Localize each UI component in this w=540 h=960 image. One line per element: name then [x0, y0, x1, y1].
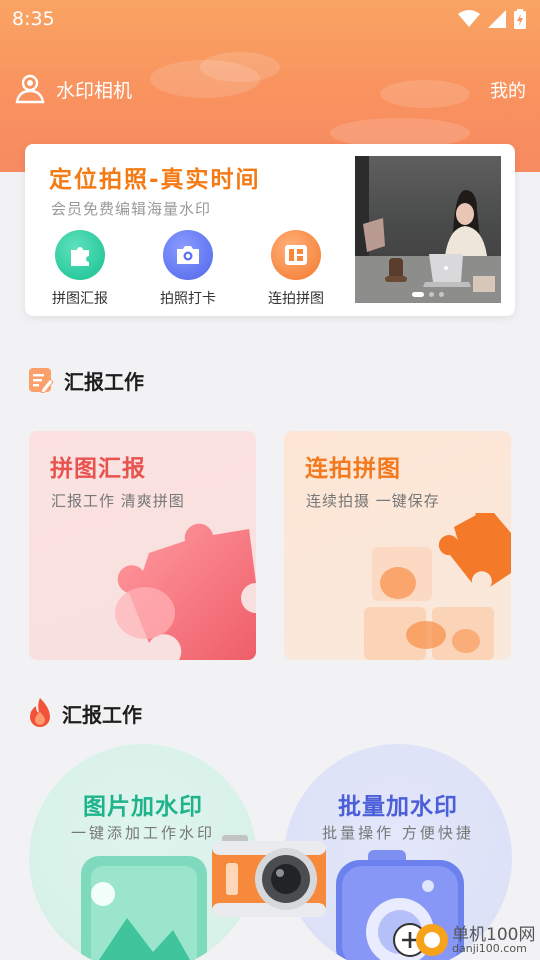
- app-title: 水印相机: [56, 80, 133, 102]
- flame-icon: [30, 698, 50, 727]
- section-title: 汇报工作: [64, 369, 144, 394]
- user-avatar-icon[interactable]: [14, 72, 46, 104]
- quick-action-label: 连拍拼图: [268, 291, 324, 307]
- carousel-dot[interactable]: [412, 292, 424, 297]
- layout-icon: [271, 230, 321, 280]
- carousel-indicator: [355, 292, 501, 297]
- feature-card-burst-puzzle[interactable]: 连拍拼图 连续拍摄 一键保存: [284, 431, 511, 660]
- feature-title: 拼图汇报: [50, 456, 146, 482]
- feature-card-puzzle-report[interactable]: 拼图汇报 汇报工作 清爽拼图: [29, 431, 256, 660]
- feature-subtitle: 连续拍摄 一键保存: [306, 492, 440, 510]
- feature-title: 连拍拼图: [305, 456, 401, 482]
- section-title: 汇报工作: [62, 702, 142, 727]
- circle-title: 批量加水印: [338, 794, 458, 820]
- report-icon: [29, 368, 54, 393]
- status-icons: [458, 9, 526, 29]
- watermark-logo-icon: [393, 923, 448, 957]
- feature-subtitle: 汇报工作 清爽拼图: [51, 492, 185, 510]
- camera-icon: [163, 230, 213, 280]
- carousel-dot[interactable]: [429, 292, 434, 297]
- quick-action-burst-puzzle[interactable]: 连拍拼图: [251, 230, 341, 308]
- puzzle-icon: [55, 230, 105, 280]
- woman-laptop-illustration: [355, 156, 501, 303]
- quick-action-label: 拼图汇报: [52, 291, 108, 307]
- promo-card[interactable]: 定位拍照-真实时间 会员免费编辑海量水印 拼图汇报 拍照打卡 连拍拼图: [25, 144, 515, 316]
- status-bar: 8:35: [0, 0, 540, 38]
- puzzle-pieces-illustration: [364, 513, 511, 660]
- section-header-hot: 汇报工作: [28, 697, 142, 729]
- quick-action-photo-checkin[interactable]: 拍照打卡: [143, 230, 233, 308]
- signal-icon: [488, 10, 506, 28]
- app-header: 水印相机 我的: [0, 66, 540, 110]
- circle-title: 图片加水印: [83, 794, 203, 820]
- mine-button[interactable]: 我的: [490, 77, 526, 103]
- wifi-icon: [458, 10, 480, 27]
- promo-banner-photo[interactable]: [355, 156, 501, 303]
- battery-icon: [514, 9, 526, 29]
- promo-headline: 定位拍照-真实时间: [49, 167, 261, 193]
- puzzle-3d-illustration: [115, 523, 256, 660]
- quick-action-label: 拍照打卡: [160, 291, 216, 307]
- watermark-url: danji100.com: [452, 942, 527, 955]
- promo-subtitle: 会员免费编辑海量水印: [51, 200, 212, 218]
- image-card-illustration: [81, 856, 207, 960]
- quick-action-puzzle-report[interactable]: 拼图汇报: [35, 230, 125, 308]
- section-header-report: 汇报工作: [28, 364, 144, 396]
- status-time: 8:35: [12, 8, 55, 30]
- site-watermark: 单机100网 danji100.com: [392, 920, 540, 960]
- carousel-dot[interactable]: [439, 292, 444, 297]
- orange-camera-illustration: [212, 835, 326, 917]
